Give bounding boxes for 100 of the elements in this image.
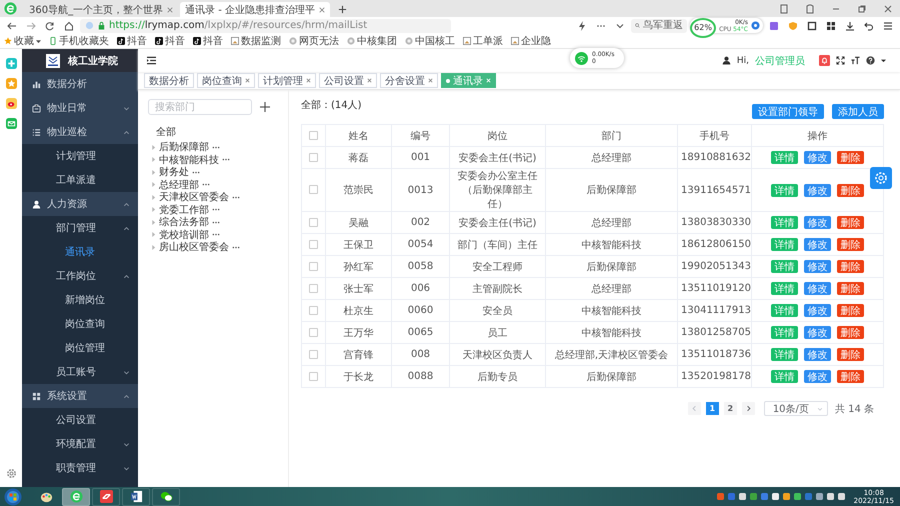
address-field[interactable]: https://lrymap.com/lxplxp/#/resources/hrm/mailList	[80, 18, 452, 32]
memory-gauge[interactable]: 62%	[690, 18, 716, 38]
sidebar-item[interactable]: 数据分析	[22, 72, 138, 96]
tree-node[interactable]: 党委工作部	[159, 202, 209, 217]
download-icon[interactable]	[845, 20, 855, 30]
sidebar-item[interactable]: 部门管理	[22, 216, 138, 240]
close-icon[interactable]	[306, 78, 311, 83]
menu-icon[interactable]	[146, 56, 157, 65]
bookmark[interactable]: 网页无法	[289, 34, 339, 48]
star-app-icon[interactable]	[6, 78, 16, 89]
add-icon[interactable]	[260, 102, 270, 112]
more-icon[interactable]	[222, 158, 230, 162]
page-size-select[interactable]: 10条/页	[764, 401, 828, 416]
window-icon[interactable]	[807, 20, 817, 30]
sidebar-item[interactable]: 通讯录	[22, 240, 138, 264]
settings-icon[interactable]	[6, 468, 16, 479]
tree-node[interactable]: 中核智能科技	[159, 152, 219, 167]
restore-icon[interactable]	[857, 4, 867, 14]
close-icon[interactable]	[883, 4, 893, 14]
close-icon[interactable]	[167, 6, 174, 12]
bookmark[interactable]: 数据监测	[231, 34, 281, 48]
fullscreen-icon[interactable]	[836, 56, 845, 65]
row-action-button[interactable]: 删除	[837, 304, 864, 317]
page-tag[interactable]: 分舍设置	[380, 73, 438, 88]
row-action-button[interactable]: 删除	[837, 348, 864, 361]
bookmark[interactable]: 手机收藏夹	[49, 34, 109, 48]
checkbox[interactable]	[309, 185, 318, 194]
bell-icon[interactable]	[819, 55, 830, 66]
row-action-button[interactable]: 删除	[837, 282, 864, 295]
checkbox[interactable]	[309, 152, 318, 162]
tree-node[interactable]: 财务处	[159, 165, 189, 180]
row-action-button[interactable]: 删除	[837, 184, 864, 196]
page-tag[interactable]: 岗位查询	[197, 73, 255, 88]
bookmark[interactable]: 工单派	[463, 34, 503, 48]
bookmark[interactable]: 企业隐	[511, 34, 551, 48]
close-icon[interactable]	[319, 6, 326, 12]
user-icon[interactable]	[722, 56, 731, 65]
tree-node[interactable]: 房山校区管委会	[159, 240, 229, 254]
row-action-button[interactable]: 删除	[837, 370, 864, 383]
mail-app-icon[interactable]	[6, 118, 16, 129]
more-icon[interactable]	[192, 170, 200, 174]
help-icon[interactable]	[866, 56, 875, 65]
font-size-icon[interactable]	[851, 56, 860, 65]
row-action-button[interactable]: 删除	[837, 326, 864, 339]
tree-node[interactable]: 综合法务部	[159, 215, 209, 230]
more-icon[interactable]	[212, 233, 220, 236]
more-icon[interactable]	[212, 208, 220, 212]
apps-icon[interactable]	[826, 20, 836, 30]
bookmark[interactable]: 中国核工	[405, 34, 455, 48]
sidebar-item[interactable]: 公司设置	[22, 408, 138, 432]
close-icon[interactable]	[245, 78, 250, 83]
caret-icon[interactable]	[881, 58, 886, 63]
sidebar-item[interactable]: 环境配置	[22, 432, 138, 456]
checkbox[interactable]	[309, 262, 318, 271]
tree-node[interactable]: 全部	[156, 125, 176, 139]
checkbox[interactable]	[309, 240, 318, 249]
row-action-button[interactable]: 删除	[837, 260, 864, 273]
page-tag[interactable]: 公司设置	[319, 73, 377, 88]
taskbar-app[interactable]	[92, 488, 120, 506]
new-tab-icon[interactable]	[338, 5, 348, 14]
bookmark[interactable]: 收藏	[4, 34, 34, 48]
tree-node[interactable]: 党校培训部	[159, 228, 209, 242]
more-icon[interactable]	[232, 196, 240, 199]
sidebar-item[interactable]: 物业巡检	[22, 120, 138, 144]
more-icon[interactable]	[202, 183, 210, 186]
sidebar-item[interactable]: 工作岗位	[22, 264, 138, 288]
home-icon[interactable]	[64, 20, 74, 30]
sidebar-item[interactable]: 员工账号	[22, 360, 138, 384]
sidebar-item[interactable]: 岗位查询	[22, 312, 138, 336]
taskbar-app[interactable]	[62, 488, 90, 506]
shirt-icon[interactable]	[805, 4, 815, 14]
search-field[interactable]: 鸟军重返	[631, 18, 688, 32]
more-icon[interactable]	[212, 146, 220, 149]
checkbox[interactable]	[309, 328, 318, 337]
taskbar-app[interactable]	[122, 488, 150, 506]
tree-node[interactable]: 后勤保障部	[159, 140, 209, 154]
lightning-icon[interactable]	[577, 20, 588, 30]
back-icon[interactable]	[7, 20, 17, 30]
sidebar-item[interactable]: 系统设置	[22, 384, 138, 408]
tree-node[interactable]: 天津校区管委会	[159, 190, 229, 204]
row-action-button[interactable]: 删除	[837, 216, 864, 229]
tree-node[interactable]: 总经理部	[159, 178, 199, 192]
checkbox[interactable]	[309, 218, 318, 227]
caret-icon[interactable]	[36, 38, 41, 44]
sidebar-item[interactable]: 人力资源	[22, 192, 138, 216]
checkbox[interactable]	[309, 306, 318, 315]
bookmark[interactable]: 中核集团	[347, 34, 397, 48]
checkbox[interactable]	[309, 350, 318, 359]
page-tag[interactable]: 计划管理	[258, 73, 316, 88]
bookmark[interactable]: 抖音	[193, 34, 223, 48]
sidebar-item[interactable]: 物业日常	[22, 96, 138, 120]
next-page-icon[interactable]	[742, 402, 755, 415]
more-icon[interactable]	[212, 220, 220, 224]
page-button[interactable]: 2	[724, 402, 737, 415]
sidebar-item[interactable]: 岗位管理	[22, 336, 138, 360]
checkbox[interactable]	[309, 372, 318, 381]
close-icon[interactable]	[367, 78, 372, 83]
browser-tab[interactable]: 通讯录 - 企业隐患排查治理平	[180, 2, 330, 17]
more-icon[interactable]	[232, 246, 240, 249]
checkbox[interactable]	[309, 130, 318, 140]
